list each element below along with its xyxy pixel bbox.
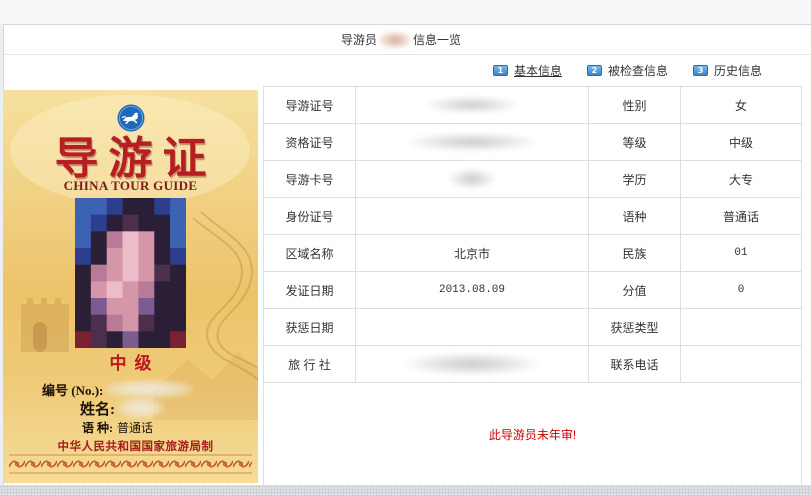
value-education: 大专 (680, 160, 802, 198)
card-number-label: 编号 (No.): (42, 382, 104, 398)
table-row: 身份证号 语种 普通话 (263, 197, 802, 235)
tab-basic-info[interactable]: 1 基本信息 (492, 62, 562, 79)
redacted-value (407, 353, 537, 375)
bottom-texture (0, 485, 811, 496)
table-row: 获惩日期 获惩类型 (263, 308, 802, 346)
horse-emblem-icon (117, 104, 145, 132)
redacted-card-number (105, 380, 194, 398)
label-qualification-cert-number: 资格证号 (263, 123, 356, 161)
notice-row: 此导游员未年审! (263, 382, 802, 486)
value-award-penalty-type (680, 308, 802, 346)
value-contact-phone (680, 345, 802, 383)
card-number-row: 编号 (No.): (42, 379, 194, 399)
value-id-number (355, 197, 589, 235)
label-gender: 性别 (588, 86, 681, 124)
label-grade: 等级 (588, 123, 681, 161)
redacted-value (449, 169, 495, 189)
tab-inspection-info[interactable]: 2 被检查信息 (586, 62, 668, 79)
value-ethnicity: 01 (680, 234, 802, 272)
label-contact-phone: 联系电话 (588, 345, 681, 383)
label-guide-card-number: 导游卡号 (263, 160, 356, 198)
card-name-label: 姓名: (80, 401, 115, 418)
tab-number-badge: 2 (586, 65, 602, 76)
label-issue-date: 发证日期 (263, 271, 356, 309)
card-title: 导游证 (54, 133, 217, 184)
table-row: 导游证号 性别 女 (263, 86, 802, 124)
redacted-guide-name (379, 31, 411, 48)
label-language: 语种 (588, 197, 681, 235)
card-language-label: 语 种: (82, 420, 113, 435)
label-region-name: 区域名称 (263, 234, 356, 272)
page-title-prefix: 导游员 (340, 33, 377, 47)
table-row: 发证日期 2013.08.09 分值 0 (263, 271, 802, 309)
value-award-penalty-date (355, 308, 589, 346)
redacted-value (427, 97, 517, 113)
value-issue-date: 2013.08.09 (355, 271, 589, 309)
label-award-penalty-type: 获惩类型 (588, 308, 681, 346)
card-level: 中级 (109, 354, 160, 374)
card-language-value: 普通话 (117, 420, 154, 435)
guide-info-table: 导游证号 性别 女 资格证号 等级 中级 导游卡号 学历 大专 身份证号 语种 … (263, 86, 802, 486)
value-travel-agency (355, 345, 589, 383)
value-gender: 女 (680, 86, 802, 124)
guide-photo (75, 198, 186, 348)
value-region-name: 北京市 (355, 234, 589, 272)
page-header: 导游员 信息一览 (3, 25, 811, 55)
tab-history-info[interactable]: 3 历史信息 (692, 62, 762, 79)
label-education: 学历 (588, 160, 681, 198)
table-row: 区域名称 北京市 民族 01 (263, 234, 802, 272)
tab-inspection-info-label[interactable]: 被检查信息 (608, 62, 668, 79)
tab-basic-info-label[interactable]: 基本信息 (514, 62, 562, 79)
tour-guide-card: 导游证 CHINA TOUR GUIDE 中级 编号 (No.): 姓名: 语 … (3, 90, 258, 483)
value-guide-cert-number (355, 86, 589, 124)
tab-history-info-label[interactable]: 历史信息 (714, 62, 762, 79)
card-language-row: 语 种: 普通话 (82, 418, 153, 436)
top-strip (0, 0, 811, 24)
wave-border-decoration (9, 454, 252, 474)
label-award-penalty-date: 获惩日期 (263, 308, 356, 346)
label-ethnicity: 民族 (588, 234, 681, 272)
tab-number-badge: 3 (692, 65, 708, 76)
value-grade: 中级 (680, 123, 802, 161)
value-score: 0 (680, 271, 802, 309)
card-subtitle: CHINA TOUR GUIDE (63, 178, 198, 193)
value-language: 普通话 (680, 197, 802, 235)
tab-number-badge: 1 (492, 65, 508, 76)
label-guide-cert-number: 导游证号 (263, 86, 356, 124)
value-qualification-cert-number (355, 123, 589, 161)
page-title-suffix: 信息一览 (413, 33, 462, 47)
tab-bar: 1 基本信息 2 被检查信息 3 历史信息 (3, 55, 811, 86)
table-row: 导游卡号 学历 大专 (263, 160, 802, 198)
value-guide-card-number (355, 160, 589, 198)
label-travel-agency: 旅 行 社 (263, 345, 356, 383)
label-id-number: 身份证号 (263, 197, 356, 235)
redacted-card-name (118, 398, 164, 418)
card-name-row: 姓名: (80, 398, 164, 418)
annual-review-notice: 此导游员未年审! (263, 382, 802, 486)
card-issuer: 中华人民共和国国家旅游局制 (57, 439, 214, 453)
label-score: 分值 (588, 271, 681, 309)
table-row: 旅 行 社 联系电话 (263, 345, 802, 383)
table-row: 资格证号 等级 中级 (263, 123, 802, 161)
redacted-value (409, 133, 535, 151)
